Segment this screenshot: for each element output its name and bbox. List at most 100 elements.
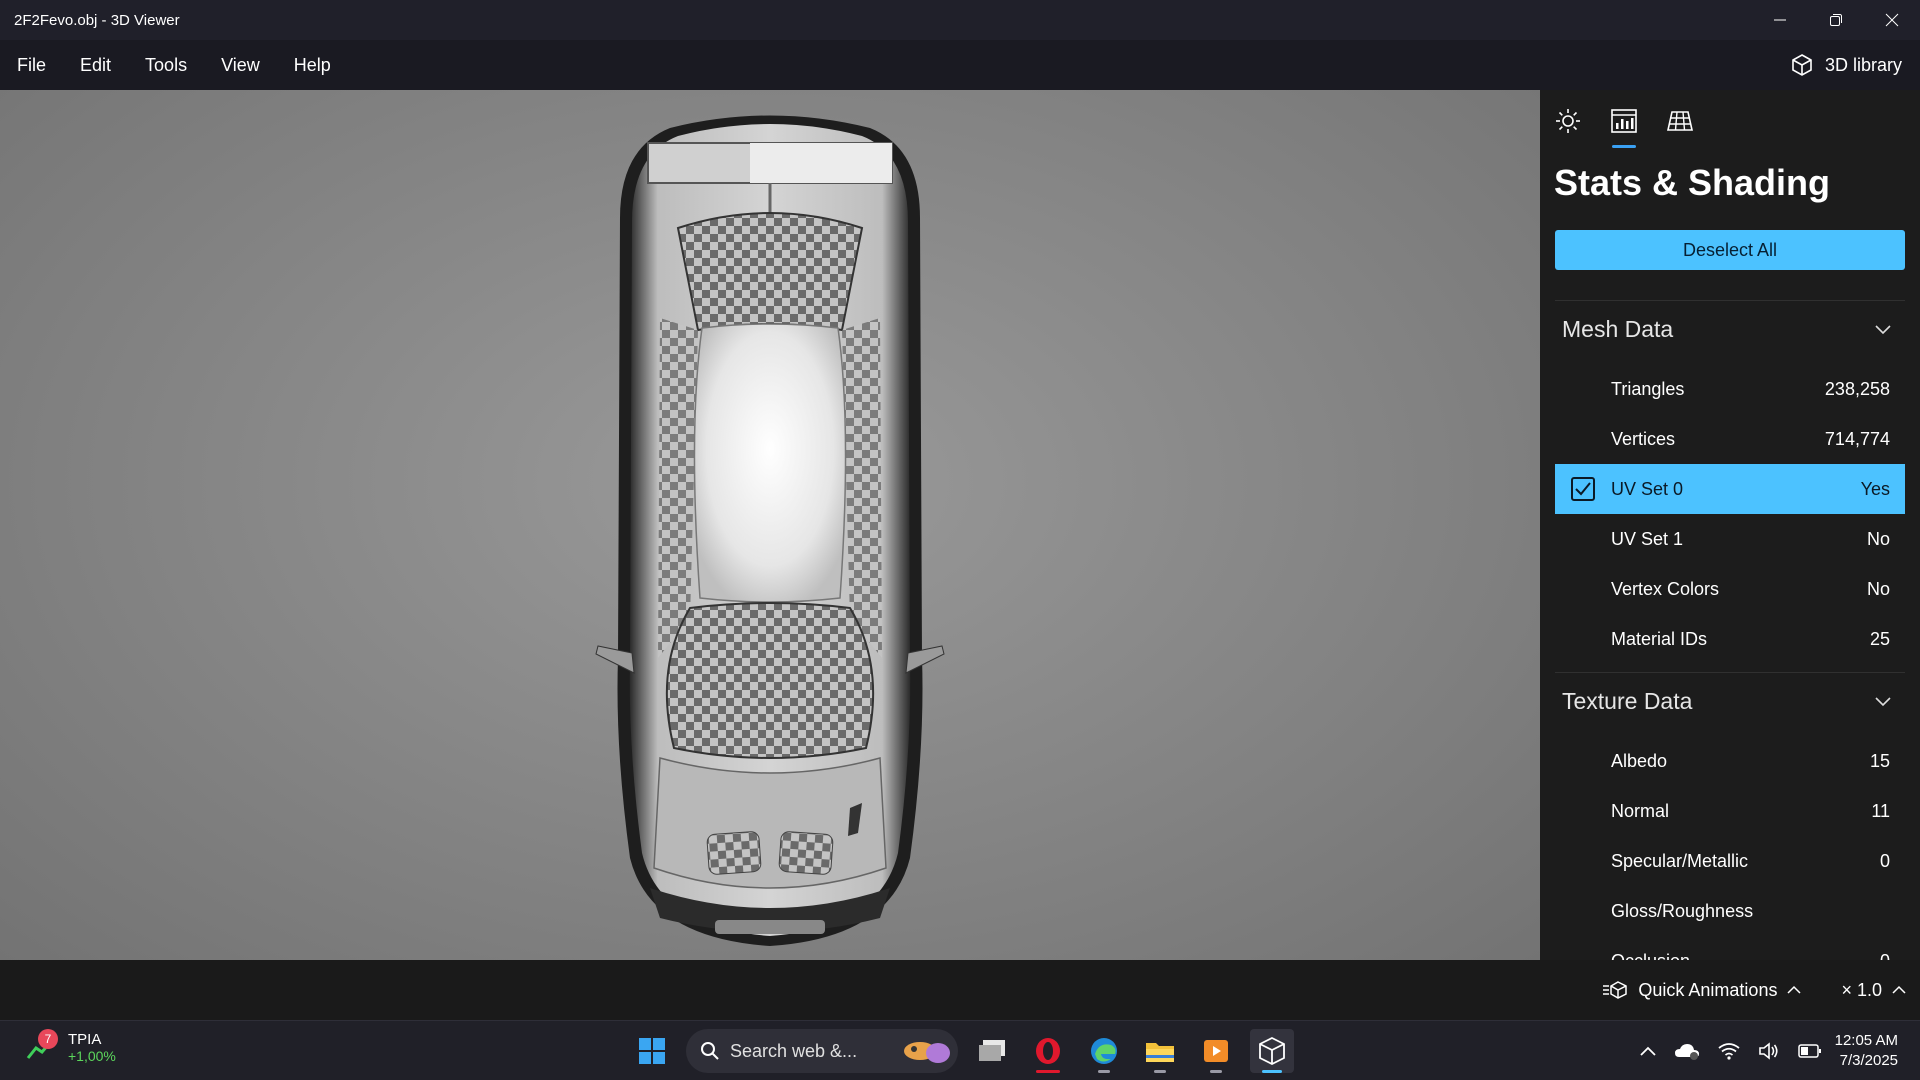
stat-label: Albedo: [1611, 750, 1668, 771]
opera-icon: [1036, 1038, 1060, 1064]
stat-value: 238,258: [1824, 378, 1890, 399]
stat-value: 0: [1880, 951, 1905, 961]
system-tray: [1640, 1033, 1822, 1069]
menu-file[interactable]: File: [0, 40, 63, 90]
task-view-icon: [979, 1040, 1005, 1061]
taskbar-3d-viewer[interactable]: [1250, 1029, 1294, 1073]
texture-data-label: Texture Data: [1562, 688, 1693, 714]
tab-lighting[interactable]: [1552, 104, 1584, 138]
search-placeholder: Search web &...: [730, 1040, 858, 1061]
search-highlight-icon: [904, 1042, 950, 1063]
stat-label: Vertices: [1611, 428, 1676, 449]
clock[interactable]: 12:05 AM 7/3/2025: [1835, 1031, 1898, 1071]
animation-bar: Quick Animations × 1.0: [0, 960, 1920, 1020]
title-bar: 2F2Fevo.obj - 3D Viewer: [0, 0, 1920, 40]
taskbar: 7 TPIA +1,00% Search web &... 12:05 AM 7…: [0, 1020, 1920, 1080]
stat-label: Normal: [1611, 800, 1670, 821]
menu-help[interactable]: Help: [277, 40, 348, 90]
taskbar-opera[interactable]: [1026, 1029, 1070, 1073]
volume-icon[interactable]: [1758, 1042, 1780, 1060]
3d-library-button[interactable]: 3D library: [1789, 52, 1920, 78]
notification-badge: 7: [38, 1029, 58, 1049]
stat-row-triangles[interactable]: Triangles 238,258: [1555, 364, 1905, 414]
restore-button[interactable]: [1808, 0, 1864, 40]
animation-cube-icon: [1603, 981, 1628, 999]
quick-animations-button[interactable]: Quick Animations: [1602, 980, 1801, 1001]
stock-widget[interactable]: 7 TPIA +1,00%: [26, 1029, 116, 1064]
stat-value: No: [1866, 578, 1890, 599]
chevron-down-icon: [1871, 696, 1895, 707]
animation-speed-label: × 1.0: [1841, 979, 1882, 1000]
close-button[interactable]: [1864, 0, 1920, 40]
stat-label: Gloss/Roughness: [1611, 900, 1754, 921]
taskbar-file-explorer[interactable]: [1138, 1029, 1182, 1073]
minimize-button[interactable]: [1752, 0, 1808, 40]
folder-icon: [1146, 1043, 1174, 1062]
stats-chart-icon: [1611, 109, 1637, 133]
stat-label: UV Set 0: [1611, 478, 1684, 499]
stat-row-vertices[interactable]: Vertices 714,774: [1555, 414, 1905, 464]
clock-time: 12:05 AM: [1834, 1032, 1898, 1049]
search-icon: [701, 1042, 719, 1060]
menu-bar: File Edit Tools View Help 3D library: [0, 40, 1920, 90]
panel-title: Stats & Shading: [1554, 162, 1831, 203]
stat-row-uv-set-0[interactable]: UV Set 0 Yes: [1555, 464, 1905, 514]
stat-row-uv-set-1[interactable]: UV Set 1 No: [1555, 514, 1905, 564]
clock-date: 7/3/2025: [1839, 1052, 1898, 1069]
deselect-all-button[interactable]: Deselect All: [1555, 230, 1905, 270]
onedrive-icon[interactable]: [1674, 1041, 1700, 1061]
stat-value: 714,774: [1824, 428, 1890, 449]
stat-row-gloss-roughness[interactable]: Gloss/Roughness: [1555, 886, 1905, 936]
sun-icon: [1556, 109, 1580, 133]
cube-library-icon: [1792, 54, 1812, 76]
window-title: 2F2Fevo.obj - 3D Viewer: [14, 11, 180, 29]
chevron-up-icon[interactable]: [1640, 1045, 1656, 1057]
minimize-icon: [1774, 19, 1786, 21]
grid-icon: [1667, 111, 1693, 131]
wifi-icon[interactable]: [1718, 1042, 1740, 1060]
tab-mesh-grid[interactable]: [1664, 104, 1696, 138]
mesh-data-section-header[interactable]: Mesh Data: [1555, 300, 1905, 358]
taskbar-task-view[interactable]: [970, 1029, 1014, 1073]
menu-tools[interactable]: Tools: [128, 40, 204, 90]
stat-value: 15: [1869, 750, 1890, 771]
battery-icon[interactable]: [1798, 1044, 1822, 1058]
stat-label: Material IDs: [1611, 628, 1708, 649]
car-model[interactable]: [590, 98, 950, 958]
taskbar-edge[interactable]: [1082, 1029, 1126, 1073]
stat-value: No: [1866, 528, 1890, 549]
chevron-up-icon: [1892, 985, 1906, 994]
stat-label: Vertex Colors: [1611, 578, 1720, 599]
mesh-data-label: Mesh Data: [1562, 316, 1674, 342]
stats-shading-panel: Stats & Shading Deselect All Mesh Data T…: [1540, 90, 1920, 960]
windows-logo-icon: [639, 1038, 665, 1064]
tab-stats[interactable]: [1608, 104, 1640, 148]
stat-row-occlusion[interactable]: Occlusion 0: [1555, 936, 1905, 961]
stat-value: 11: [1871, 800, 1890, 821]
stock-change: +1,00%: [68, 1048, 116, 1064]
3d-library-label: 3D library: [1824, 54, 1902, 75]
stock-name: TPIA: [68, 1031, 102, 1048]
stat-row-albedo[interactable]: Albedo 15: [1555, 736, 1905, 786]
stat-row-material-ids[interactable]: Material IDs 25: [1555, 614, 1905, 664]
start-button[interactable]: [630, 1029, 674, 1073]
close-icon: [1885, 13, 1899, 27]
3d-viewport[interactable]: [0, 90, 1540, 960]
stat-label: UV Set 1: [1611, 528, 1684, 549]
stat-row-normal[interactable]: Normal 11: [1555, 786, 1905, 836]
restore-icon: [1830, 14, 1842, 26]
uv-set-0-checkbox[interactable]: [1571, 477, 1595, 501]
stat-row-specular-metallic[interactable]: Specular/Metallic 0: [1555, 836, 1905, 886]
texture-data-section-header[interactable]: Texture Data: [1555, 672, 1905, 730]
menu-edit[interactable]: Edit: [63, 40, 128, 90]
edge-icon: [1091, 1038, 1117, 1064]
stat-row-vertex-colors[interactable]: Vertex Colors No: [1555, 564, 1905, 614]
3d-viewer-cube-icon: [1259, 1036, 1285, 1066]
quick-animations-label: Quick Animations: [1638, 979, 1778, 1000]
stat-value: 25: [1869, 628, 1890, 649]
menu-view[interactable]: View: [204, 40, 277, 90]
animation-speed-button[interactable]: × 1.0: [1841, 980, 1906, 1001]
taskbar-search[interactable]: Search web &...: [686, 1029, 958, 1073]
stat-label: Triangles: [1611, 378, 1685, 399]
taskbar-media-player[interactable]: [1194, 1029, 1238, 1073]
